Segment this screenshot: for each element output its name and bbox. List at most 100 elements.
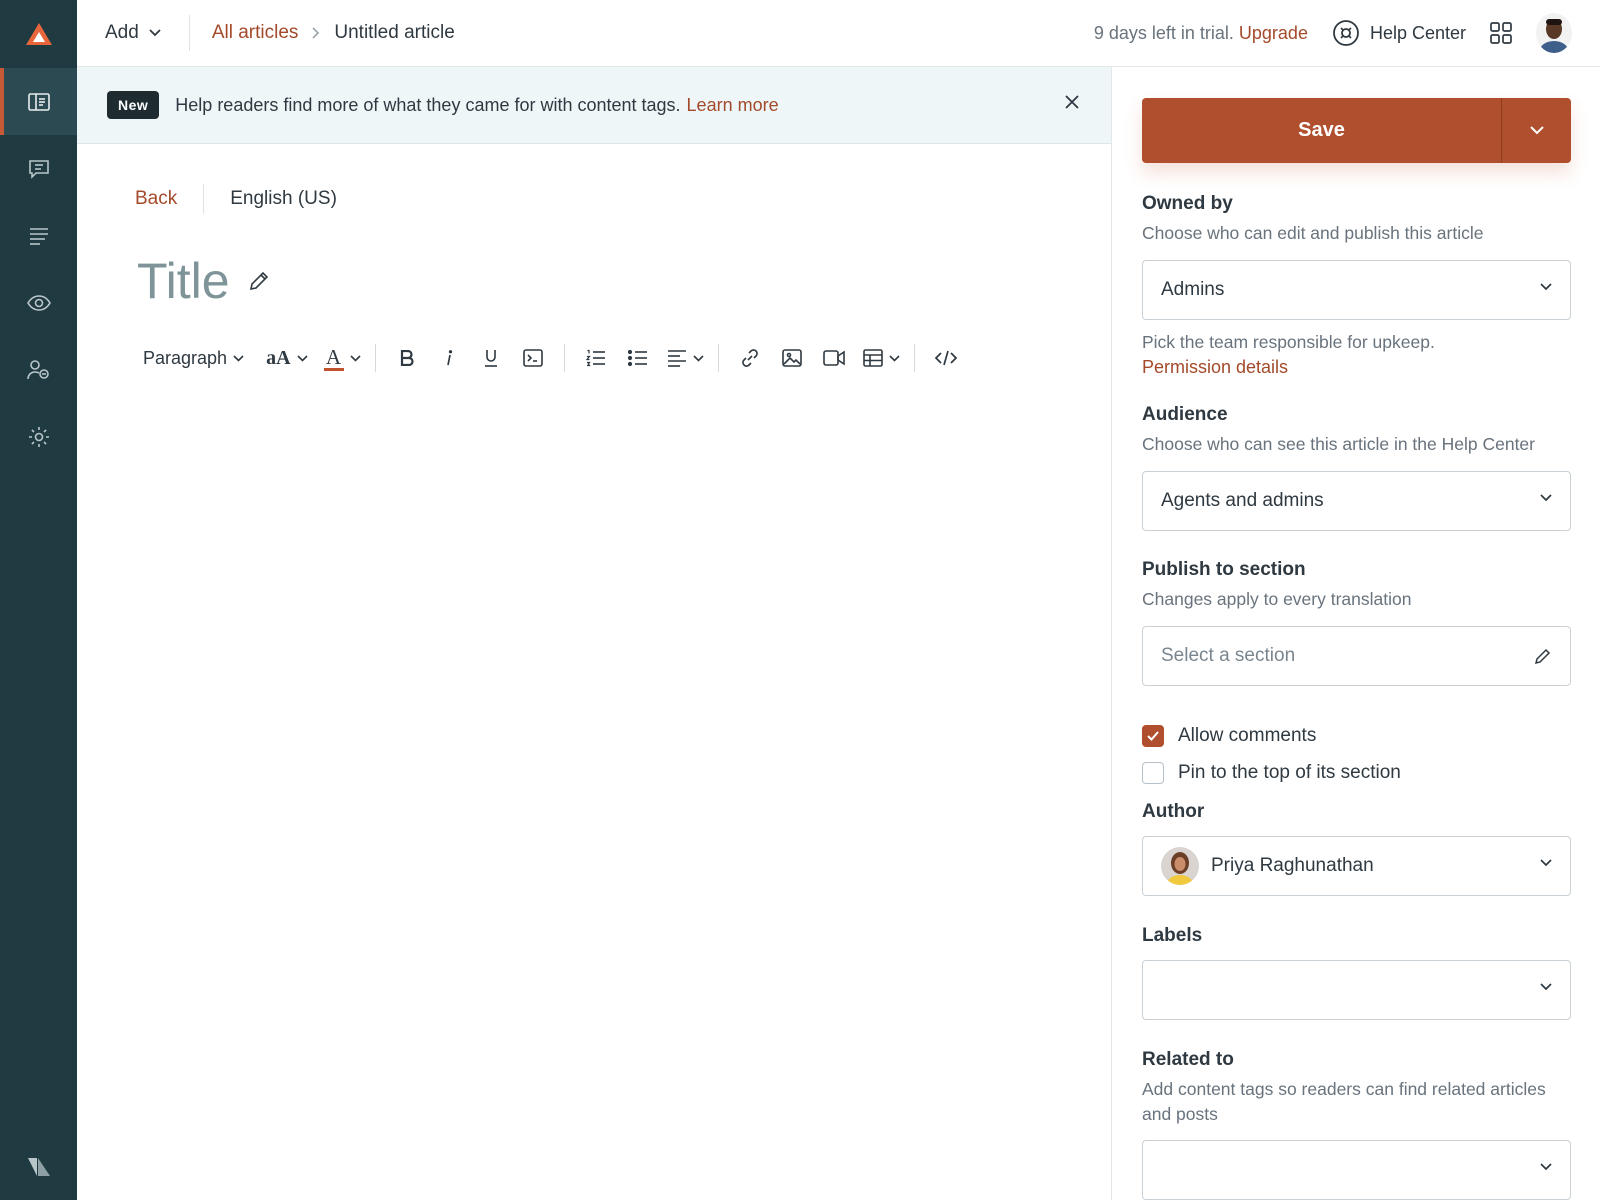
- related-section: Related to Add content tags so readers c…: [1142, 1049, 1571, 1200]
- chevron-down-icon: [1540, 283, 1552, 291]
- section-select[interactable]: Select a section: [1142, 626, 1571, 686]
- author-select[interactable]: Priya Raghunathan: [1142, 836, 1571, 896]
- left-navigation: [0, 0, 77, 1200]
- nav-list[interactable]: [0, 202, 77, 269]
- underline-icon: [484, 350, 497, 367]
- zendesk-logo-icon: [25, 23, 52, 45]
- user-avatar[interactable]: [1536, 13, 1572, 53]
- owned-by-select[interactable]: Admins: [1142, 260, 1571, 320]
- toolbar-divider: [717, 344, 719, 372]
- code-block-icon: [522, 349, 543, 367]
- breadcrumb: All articles Untitled article: [190, 22, 455, 44]
- text-color-label: A: [325, 344, 342, 369]
- author-avatar: [1161, 847, 1199, 885]
- align-dropdown[interactable]: [663, 338, 708, 378]
- owned-by-help-2: Pick the team responsible for upkeep.: [1142, 332, 1435, 352]
- chevron-down-icon: [1540, 859, 1552, 867]
- chevron-down-icon: [296, 354, 308, 362]
- labels-select[interactable]: [1142, 960, 1571, 1020]
- ordered-list-icon: [585, 349, 605, 367]
- learn-more-link[interactable]: Learn more: [687, 95, 779, 116]
- table-icon: [862, 349, 883, 367]
- source-code-button[interactable]: [925, 338, 967, 378]
- table-dropdown[interactable]: [859, 338, 904, 378]
- owned-by-help: Choose who can edit and publish this art…: [1142, 223, 1484, 243]
- new-badge: New: [107, 91, 160, 119]
- author-section: Author Priya Raghunathan: [1142, 801, 1571, 896]
- nav-articles[interactable]: [0, 68, 77, 135]
- labels-section: Labels: [1142, 925, 1571, 1020]
- paragraph-style-dropdown[interactable]: Paragraph: [137, 338, 248, 378]
- section-placeholder: Select a section: [1161, 645, 1296, 666]
- pencil-icon: [1534, 648, 1551, 665]
- ordered-list-button[interactable]: [575, 338, 617, 378]
- link-button[interactable]: [729, 338, 771, 378]
- allow-comments-label: Allow comments: [1178, 725, 1317, 746]
- chevron-down-icon: [1540, 494, 1552, 502]
- pin-to-top-checkbox[interactable]: Pin to the top of its section: [1142, 758, 1571, 788]
- toolbar-divider: [913, 344, 915, 372]
- allow-comments-box[interactable]: [1142, 725, 1164, 747]
- chevron-down-icon: [888, 354, 900, 362]
- chevron-down-icon: [1529, 126, 1544, 135]
- nav-preview[interactable]: [0, 269, 77, 336]
- text-color-swatch: [323, 367, 344, 371]
- close-banner-button[interactable]: [1065, 93, 1079, 114]
- audience-label: Audience: [1142, 404, 1228, 425]
- bold-button[interactable]: [386, 338, 428, 378]
- bulleted-list-icon: [627, 349, 647, 367]
- labels-label: Labels: [1142, 925, 1203, 946]
- help-center-icon: [1333, 20, 1359, 46]
- back-link[interactable]: Back: [135, 184, 205, 214]
- banner-text: Help readers find more of what they came…: [175, 94, 681, 115]
- toolbar-divider: [374, 344, 376, 372]
- product-logo[interactable]: [0, 0, 77, 68]
- save-button[interactable]: Save: [1142, 98, 1501, 163]
- publish-section: Publish to section Changes apply to ever…: [1142, 559, 1571, 686]
- italic-button[interactable]: [428, 338, 470, 378]
- text-color-dropdown[interactable]: A: [320, 338, 365, 378]
- save-button-group: Save: [1142, 98, 1571, 163]
- italic-icon: [446, 350, 452, 366]
- code-block-button[interactable]: [512, 338, 554, 378]
- chevron-down-icon: [149, 29, 161, 37]
- publish-help: Changes apply to every translation: [1142, 589, 1412, 609]
- align-left-icon: [667, 350, 686, 367]
- pin-to-top-label: Pin to the top of its section: [1178, 762, 1401, 783]
- nav-settings[interactable]: [0, 403, 77, 470]
- editor-toolbar: Paragraph aA A: [137, 336, 967, 380]
- breadcrumb-all-articles[interactable]: All articles: [212, 22, 299, 44]
- bulleted-list-button[interactable]: [617, 338, 659, 378]
- font-size-dropdown[interactable]: aA: [262, 338, 311, 378]
- article-title-input[interactable]: Title: [137, 252, 230, 310]
- article-editor: Back English (US) Title Paragraph aA A: [77, 144, 1111, 1200]
- audience-help: Choose who can see this article in the H…: [1142, 434, 1535, 454]
- article-settings-panel: Save Owned by Choose who can edit and pu…: [1111, 67, 1600, 1200]
- zendesk-products[interactable]: [0, 1158, 77, 1176]
- pin-to-top-box[interactable]: [1142, 762, 1164, 784]
- audience-select[interactable]: Agents and admins: [1142, 471, 1571, 531]
- help-center-link[interactable]: Help Center: [1332, 19, 1466, 47]
- allow-comments-checkbox[interactable]: Allow comments: [1142, 721, 1571, 751]
- top-bar: Add All articles Untitled article 9 days…: [77, 0, 1600, 67]
- nav-user-management[interactable]: [0, 336, 77, 403]
- save-options-button[interactable]: [1501, 98, 1571, 163]
- chevron-down-icon: [349, 354, 361, 362]
- toolbar-divider: [563, 344, 565, 372]
- nav-community[interactable]: [0, 135, 77, 202]
- audience-value: Agents and admins: [1161, 490, 1324, 511]
- audience-section: Audience Choose who can see this article…: [1142, 404, 1571, 531]
- permission-details-link[interactable]: Permission details: [1142, 357, 1571, 378]
- pencil-icon[interactable]: [248, 270, 270, 292]
- chevron-down-icon: [1540, 983, 1552, 991]
- image-button[interactable]: [771, 338, 813, 378]
- underline-button[interactable]: [470, 338, 512, 378]
- settings-icon: [28, 426, 49, 447]
- video-button[interactable]: [813, 338, 855, 378]
- close-icon: [1065, 95, 1079, 109]
- image-icon: [781, 349, 802, 367]
- add-button[interactable]: Add: [77, 15, 190, 51]
- upgrade-link[interactable]: Upgrade: [1239, 23, 1308, 43]
- apps-grid-icon[interactable]: [1490, 22, 1512, 44]
- related-select[interactable]: [1142, 1140, 1571, 1200]
